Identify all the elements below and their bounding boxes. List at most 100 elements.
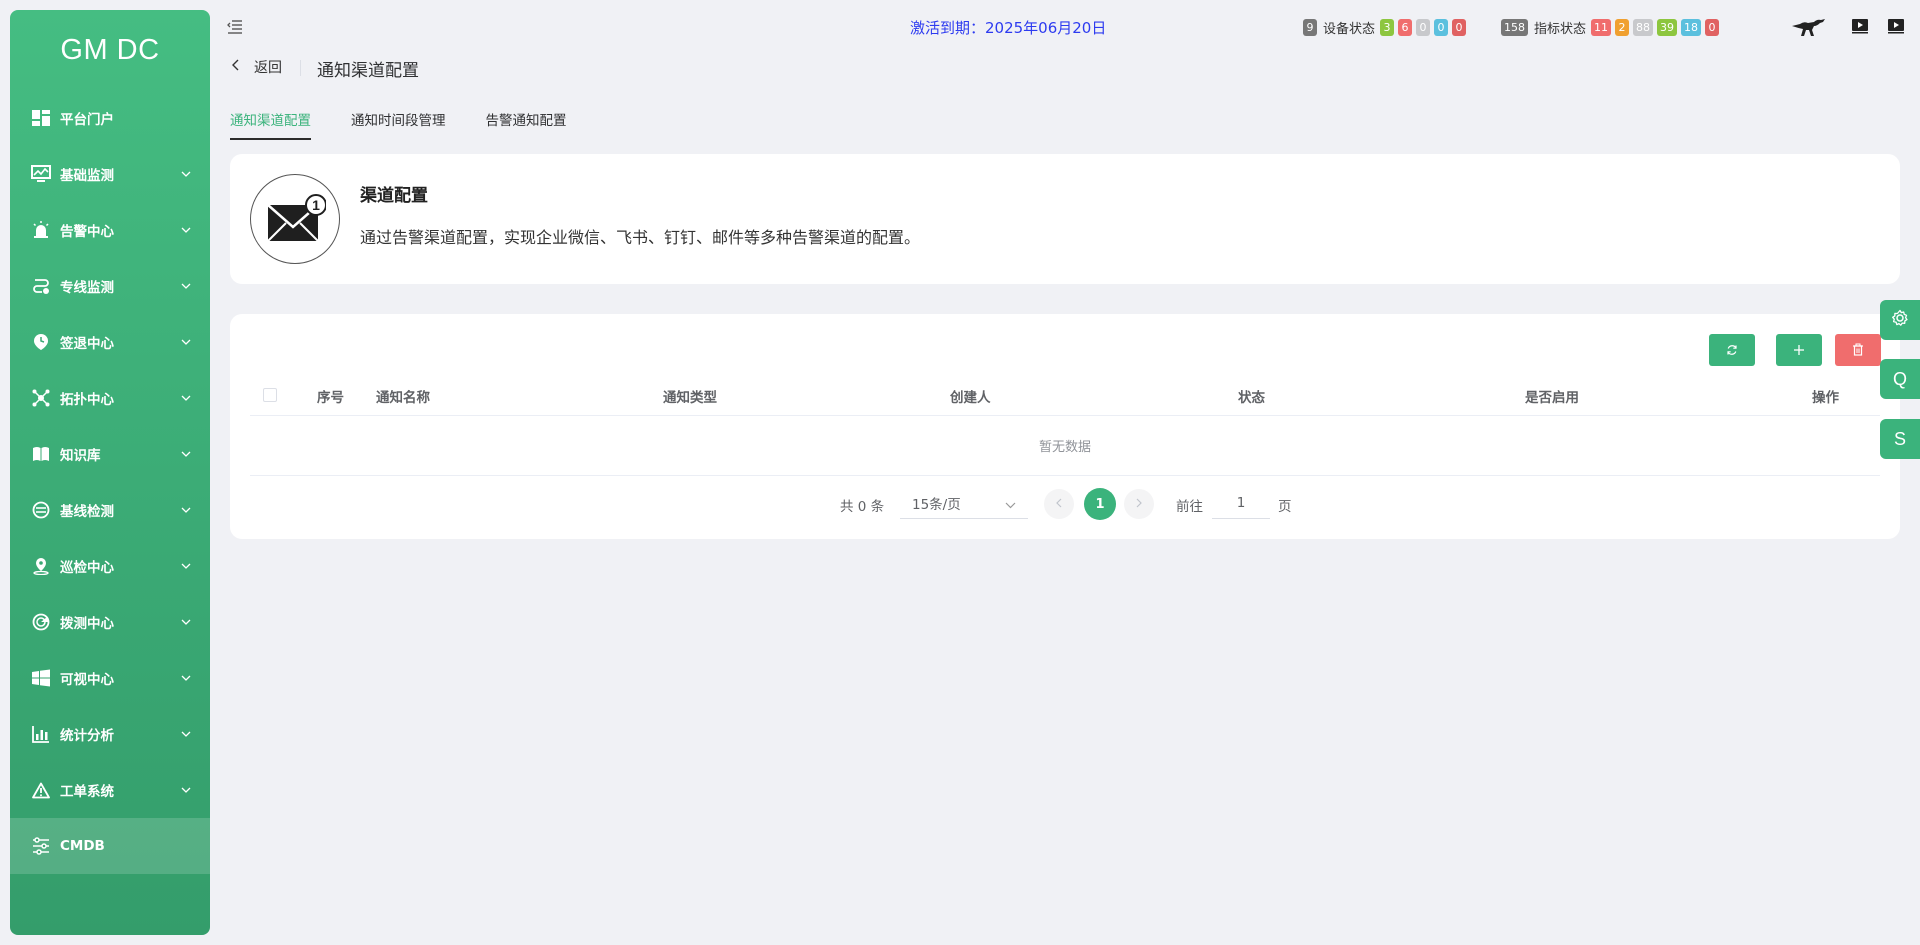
device-status-badge: 3	[1380, 19, 1395, 36]
tab-alert-notification[interactable]: 告警通知配置	[486, 110, 567, 140]
sidebar-item-label: 签退中心	[60, 336, 114, 352]
page-unit-label: 页	[1278, 499, 1292, 515]
column-header-type: 通知类型	[663, 390, 717, 406]
page-title: 通知渠道配置	[317, 61, 419, 81]
chevron-down-icon	[1005, 497, 1016, 513]
sidebar-item-label: 平台门户	[60, 112, 114, 128]
sidebar-item-probe-center[interactable]: 拨测中心	[10, 594, 210, 650]
tab-channel-config[interactable]: 通知渠道配置	[230, 110, 311, 140]
metric-total-badge: 158	[1501, 19, 1528, 36]
sidebar-item-ticket-system[interactable]: 工单系统	[10, 762, 210, 818]
envelope-notification-icon: 1	[250, 174, 340, 264]
play-screen-icon[interactable]	[1887, 18, 1905, 38]
device-status-badge: 0	[1434, 19, 1449, 36]
chevron-down-icon	[180, 784, 192, 796]
topology-icon	[30, 387, 52, 409]
app-logo: GM DC	[60, 33, 160, 66]
sidebar-item-label: 拨测中心	[60, 616, 114, 632]
select-all-checkbox[interactable]	[263, 388, 277, 402]
sidebar-item-knowledge-base[interactable]: 知识库	[10, 426, 210, 482]
s-float-button[interactable]: S	[1880, 419, 1920, 459]
plus-icon	[1793, 341, 1805, 360]
sidebar-item-baseline-check[interactable]: 基线检测	[10, 482, 210, 538]
device-total-badge: 9	[1303, 19, 1317, 36]
sidebar-item-label: 告警中心	[60, 224, 114, 240]
channel-info-card: 1 渠道配置 通过告警渠道配置，实现企业微信、飞书、钉钉、邮件等多种告警渠道的配…	[230, 154, 1900, 284]
dinosaur-icon[interactable]	[1790, 16, 1828, 42]
page-size-select[interactable]: 15条/页	[900, 487, 1028, 519]
pagination: 共 0 条 15条/页 1 前往 页	[230, 487, 1900, 520]
sidebar-item-signout-center[interactable]: 签退中心	[10, 314, 210, 370]
column-header-enabled: 是否启用	[1525, 390, 1579, 406]
refresh-icon	[1726, 341, 1738, 360]
sidebar-item-label: 专线监测	[60, 280, 114, 296]
tab-time-period[interactable]: 通知时间段管理	[351, 110, 446, 140]
windows-icon	[30, 667, 52, 689]
sliders-icon	[30, 835, 52, 857]
chevron-left-icon	[232, 59, 240, 75]
sidebar-item-statistics[interactable]: 统计分析	[10, 706, 210, 762]
menu-collapse-icon[interactable]	[227, 19, 243, 35]
device-status-summary[interactable]: 9 设备状态 3 6 0 0 0	[1303, 18, 1470, 37]
sidebar-item-alarm-center[interactable]: 告警中心	[10, 202, 210, 258]
location-pin-icon	[30, 555, 52, 577]
refresh-button[interactable]	[1709, 334, 1755, 366]
card-title: 渠道配置	[360, 186, 428, 206]
metric-status-badge: 11	[1591, 19, 1612, 36]
delete-button[interactable]	[1835, 334, 1881, 366]
add-button[interactable]	[1776, 334, 1822, 366]
chevron-down-icon	[180, 504, 192, 516]
sidebar-item-label: 工单系统	[60, 784, 114, 800]
gear-icon	[1891, 309, 1909, 332]
warning-triangle-icon	[30, 779, 52, 801]
metric-status-label: 指标状态	[1534, 22, 1587, 37]
tab-bar: 通知渠道配置 通知时间段管理 告警通知配置	[230, 110, 607, 140]
sidebar-item-label: 知识库	[60, 448, 101, 464]
column-header-status: 状态	[1238, 390, 1265, 406]
sidebar-item-label: 拓扑中心	[60, 392, 114, 408]
prev-page-button[interactable]	[1044, 489, 1074, 519]
video-tutorial-icon[interactable]	[1851, 18, 1869, 38]
page-number-current[interactable]: 1	[1084, 488, 1116, 520]
dashboard-icon	[30, 107, 52, 129]
card-description: 通过告警渠道配置，实现企业微信、飞书、钉钉、邮件等多种告警渠道的配置。	[360, 228, 921, 247]
metric-status-summary[interactable]: 158 指标状态 11 2 88 39 18 0	[1501, 18, 1723, 37]
monitor-chart-icon	[30, 163, 52, 185]
sidebar-item-portal[interactable]: 平台门户	[10, 90, 210, 146]
column-header-actions: 操作	[1812, 390, 1839, 406]
back-label: 返回	[254, 60, 282, 76]
next-page-button[interactable]	[1124, 489, 1154, 519]
q-float-button[interactable]: Q	[1880, 359, 1920, 399]
chevron-down-icon	[180, 280, 192, 292]
device-status-badge: 0	[1416, 19, 1431, 36]
sidebar-item-inspection-center[interactable]: 巡检中心	[10, 538, 210, 594]
metric-status-badge: 88	[1633, 19, 1654, 36]
sidebar-item-visual-center[interactable]: 可视中心	[10, 650, 210, 706]
settings-float-button[interactable]	[1880, 300, 1920, 340]
metric-status-badge: 18	[1681, 19, 1702, 36]
chevron-down-icon	[180, 392, 192, 404]
book-icon	[30, 443, 52, 465]
alarm-light-icon	[30, 219, 52, 241]
back-button[interactable]: 返回	[232, 57, 282, 77]
clock-pin-icon	[30, 331, 52, 353]
metric-status-badge: 2	[1615, 19, 1630, 36]
chevron-left-icon	[1056, 496, 1062, 512]
sidebar-item-label: 可视中心	[60, 672, 114, 688]
sidebar-item-basic-monitoring[interactable]: 基础监测	[10, 146, 210, 202]
page-size-value: 15条/页	[912, 496, 961, 513]
trash-icon	[1852, 341, 1864, 360]
bar-chart-icon	[30, 723, 52, 745]
chevron-down-icon	[180, 728, 192, 740]
goto-label: 前往	[1176, 499, 1203, 515]
sidebar-item-line-monitoring[interactable]: 专线监测	[10, 258, 210, 314]
column-header-creator: 创建人	[950, 390, 991, 406]
radar-icon	[30, 611, 52, 633]
chevron-down-icon	[180, 560, 192, 572]
sidebar-item-topology-center[interactable]: 拓扑中心	[10, 370, 210, 426]
topbar: 激活到期：2025年06月20日 9 设备状态 3 6 0 0 0 158 指标…	[210, 0, 1920, 55]
goto-page-input[interactable]	[1212, 487, 1270, 519]
sidebar-item-cmdb[interactable]: CMDB	[10, 818, 210, 874]
baseline-icon	[30, 499, 52, 521]
channel-table-card: 序号 通知名称 通知类型 创建人 状态 是否启用 操作 暂无数据 共 0 条 1…	[230, 314, 1900, 539]
